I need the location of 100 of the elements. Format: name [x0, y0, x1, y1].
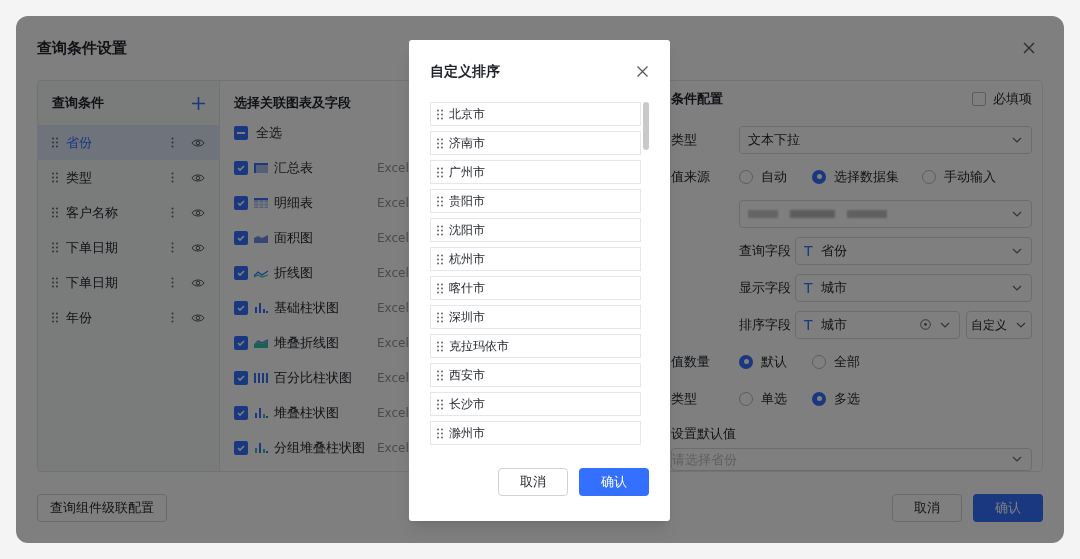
drag-handle-icon[interactable]	[52, 137, 58, 148]
sort-item[interactable]: 北京市	[430, 102, 641, 126]
drag-handle-icon[interactable]	[437, 369, 443, 381]
condition-item[interactable]: 下单日期	[38, 265, 219, 300]
sort-item[interactable]: 贵阳市	[430, 189, 641, 213]
text-type-icon: T	[804, 317, 813, 332]
field-label: 值来源	[671, 168, 711, 187]
radio-button[interactable]	[739, 169, 753, 184]
scrollbar	[643, 102, 649, 150]
field-label: 查询字段	[739, 242, 792, 261]
cancel-button[interactable]: 取消	[498, 468, 568, 496]
sort-item[interactable]: 沈阳市	[430, 218, 641, 242]
select-field[interactable]: T 城市	[795, 273, 1032, 302]
radio-label: 默认	[761, 353, 787, 372]
drag-handle-icon[interactable]	[437, 195, 443, 207]
drag-handle-icon[interactable]	[52, 242, 58, 253]
checkmark-icon	[236, 267, 246, 278]
sort-item[interactable]: 深圳市	[430, 305, 641, 329]
drag-handle-icon[interactable]	[437, 282, 443, 294]
checkbox[interactable]	[234, 300, 248, 315]
dataset-select[interactable]	[739, 199, 1032, 228]
radio-label: 全部	[834, 353, 860, 372]
radio-button[interactable]	[739, 391, 753, 406]
drag-handle-icon[interactable]	[437, 340, 443, 352]
panel-title: 选择关联图表及字段	[234, 94, 351, 113]
sort-item[interactable]: 滁州市	[430, 421, 641, 445]
checkbox[interactable]	[234, 440, 248, 455]
drag-handle-icon[interactable]	[437, 166, 443, 178]
eye-icon[interactable]	[191, 242, 205, 253]
sort-item[interactable]: 长沙市	[430, 392, 641, 416]
drag-handle-icon[interactable]	[437, 253, 443, 265]
radio-button[interactable]	[812, 391, 826, 406]
checkbox[interactable]	[234, 160, 248, 175]
drag-handle-icon[interactable]	[437, 311, 443, 323]
close-icon[interactable]	[1023, 42, 1035, 54]
cascade-config-button[interactable]: 查询组件级联配置	[37, 493, 167, 522]
select-field[interactable]: T 省份	[795, 236, 1032, 265]
text-type-icon: T	[804, 280, 813, 295]
condition-item[interactable]: 下单日期	[38, 230, 219, 265]
drag-handle-icon[interactable]	[437, 108, 443, 120]
drag-handle-icon[interactable]	[437, 224, 443, 236]
checkbox[interactable]	[972, 91, 986, 106]
checkbox[interactable]	[234, 405, 248, 420]
text-type-icon: T	[804, 243, 813, 258]
drag-handle-icon[interactable]	[52, 172, 58, 183]
sort-item[interactable]: 杭州市	[430, 247, 641, 271]
close-icon[interactable]	[637, 65, 648, 77]
select-field[interactable]: 文本下拉	[739, 125, 1032, 154]
checkmark-icon	[236, 232, 246, 243]
add-icon[interactable]	[192, 96, 205, 110]
confirm-button[interactable]: 确认	[973, 493, 1043, 522]
sort-item[interactable]: 喀什市	[430, 276, 641, 300]
field-label: 类型	[671, 131, 698, 150]
confirm-button[interactable]: 确认	[579, 468, 649, 496]
sort-item[interactable]: 克拉玛依市	[430, 334, 641, 358]
chart-source: Excel	[377, 299, 409, 317]
checkbox[interactable]	[234, 195, 248, 210]
drag-handle-icon[interactable]	[437, 398, 443, 410]
checkbox[interactable]	[234, 125, 248, 140]
sort-item[interactable]: 西安市	[430, 363, 641, 387]
select-field[interactable]: T 城市	[795, 310, 960, 339]
eye-icon[interactable]	[191, 277, 205, 288]
chart-source: Excel	[377, 194, 409, 212]
sort-item[interactable]: 广州市	[430, 160, 641, 184]
checkmark-icon	[236, 372, 246, 383]
panel-title: 查询条件	[52, 94, 104, 113]
eye-icon[interactable]	[191, 207, 205, 218]
chart-name: 百分比柱状图	[274, 368, 353, 387]
chart-source: Excel	[377, 159, 409, 177]
sort-item[interactable]: 济南市	[430, 131, 641, 155]
drag-handle-icon[interactable]	[52, 312, 58, 323]
checkbox-label: 必填项	[993, 90, 1032, 109]
cancel-button[interactable]: 取消	[892, 493, 962, 522]
drag-handle-icon[interactable]	[437, 427, 443, 439]
checkbox[interactable]	[234, 370, 248, 385]
drag-handle-icon[interactable]	[437, 137, 443, 149]
drag-handle-icon[interactable]	[52, 207, 58, 218]
eye-icon[interactable]	[191, 137, 205, 148]
condition-item[interactable]: 客户名称	[38, 195, 219, 230]
radio-button[interactable]	[922, 169, 936, 184]
target-icon	[920, 319, 931, 331]
checkbox[interactable]	[234, 230, 248, 245]
condition-item[interactable]: 省份	[38, 125, 219, 160]
radio-button[interactable]	[739, 354, 753, 369]
eye-icon[interactable]	[191, 172, 205, 183]
condition-item[interactable]: 年份	[38, 300, 219, 335]
field-label: 值数量	[671, 353, 711, 372]
eye-icon[interactable]	[191, 312, 205, 323]
chart-name: 折线图	[274, 263, 314, 282]
condition-item[interactable]: 类型	[38, 160, 219, 195]
chart-source: Excel	[377, 369, 409, 387]
checkmark-icon	[236, 337, 246, 348]
checkmark-icon	[236, 442, 246, 453]
chart-source: Excel	[377, 404, 409, 422]
drag-handle-icon[interactable]	[52, 277, 58, 288]
select-field[interactable]: 自定义	[966, 310, 1032, 339]
checkbox[interactable]	[234, 265, 248, 280]
radio-button[interactable]	[812, 354, 826, 369]
checkbox[interactable]	[234, 335, 248, 350]
radio-button[interactable]	[812, 169, 826, 184]
